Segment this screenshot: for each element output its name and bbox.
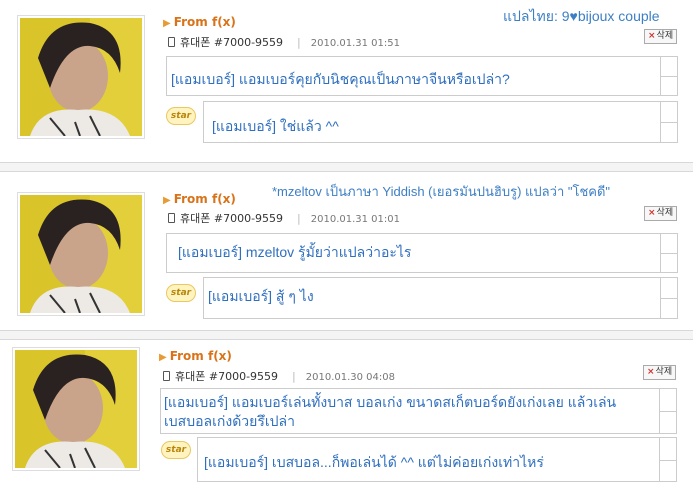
checkbox[interactable]	[660, 253, 677, 272]
avatar	[17, 192, 145, 316]
phone-icon	[163, 371, 170, 381]
checkbox[interactable]	[660, 234, 677, 254]
delete-icon: ×	[648, 31, 656, 41]
checkbox[interactable]	[659, 389, 676, 412]
avatar-photo	[15, 350, 137, 468]
delete-button[interactable]: ×삭제	[644, 206, 678, 221]
divider	[0, 330, 693, 331]
phone-line: 휴대폰 #7000-9559 | 2010.01.30 04:08	[163, 368, 395, 384]
star-icon: star	[166, 284, 196, 302]
checkbox[interactable]	[660, 278, 677, 299]
translator-credit: แปลไทย: 9♥bijoux couple	[503, 8, 660, 24]
avatar	[17, 15, 145, 139]
delete-icon: ×	[648, 208, 656, 218]
checkbox[interactable]	[660, 76, 677, 95]
star-icon: star	[166, 107, 196, 125]
from-label: ▶ From f(x)	[163, 192, 236, 206]
delete-button[interactable]: ×삭제	[643, 365, 677, 380]
translation-note: *mzeltov เป็นภาษา Yiddish (เยอรมันปนฮิบร…	[272, 184, 611, 199]
reply-text: [แอมเบอร์] เบสบอล...ก็พอเล่นได้ ^^ แต่ไม…	[204, 454, 544, 470]
from-label: ▶ From f(x)	[159, 349, 232, 363]
phone-icon	[168, 213, 175, 223]
divider	[0, 339, 693, 340]
checkbox[interactable]	[660, 102, 677, 123]
checkbox[interactable]	[660, 298, 677, 318]
phone-line: 휴대폰 #7000-9559 | 2010.01.31 01:01	[168, 210, 400, 226]
delete-icon: ×	[647, 367, 655, 377]
checkbox[interactable]	[659, 411, 676, 433]
delete-button[interactable]: ×삭제	[644, 29, 678, 44]
phone-icon	[168, 37, 175, 47]
phone-line: 휴대폰 #7000-9559 | 2010.01.31 01:51	[168, 34, 400, 50]
checkbox[interactable]	[659, 438, 676, 461]
avatar-photo	[20, 195, 142, 313]
reply-text: [แอมเบอร์] ใช่แล้ว ^^	[212, 118, 339, 134]
checkbox[interactable]	[659, 459, 676, 481]
comment-text: [แอมเบอร์] แอมเบอร์เล่นทั้งบาส บอลเก่ง ข…	[164, 394, 617, 429]
star-icon: star	[161, 441, 191, 459]
comment-text: [แอมเบอร์] แอมเบอร์คุยกับนิชคุณเป็นภาษาจ…	[171, 71, 510, 87]
checkbox[interactable]	[660, 57, 677, 77]
divider	[0, 162, 693, 163]
divider	[0, 171, 693, 172]
comment-text: [แอมเบอร์] mzeltov รู้มั้ยว่าแปลว่าอะไร	[178, 244, 412, 260]
avatar-photo	[20, 18, 142, 136]
checkbox[interactable]	[660, 122, 677, 142]
avatar	[12, 347, 140, 471]
reply-text: [แอมเบอร์] สู้ ๆ ไง	[208, 288, 314, 304]
from-label: ▶ From f(x)	[163, 15, 236, 29]
